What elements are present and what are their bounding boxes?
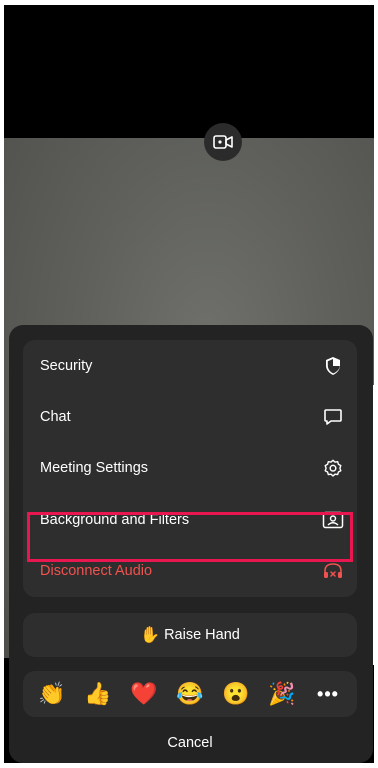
menu-group: Security Chat Meeting Settings Backgroun…: [23, 340, 357, 597]
raised-hand-icon: ✋: [140, 627, 161, 644]
heart-icon[interactable]: ❤️: [129, 679, 159, 709]
more-reactions-button[interactable]: •••: [313, 679, 343, 709]
menu-item-security[interactable]: Security: [23, 340, 357, 391]
meeting-frame: Security Chat Meeting Settings Backgroun…: [4, 5, 374, 763]
tears-of-joy-icon[interactable]: 😂: [175, 679, 205, 709]
cancel-button[interactable]: Cancel: [23, 725, 357, 761]
cancel-label: Cancel: [167, 735, 213, 751]
more-options-sheet: Security Chat Meeting Settings Backgroun…: [9, 325, 373, 763]
video-camera-icon[interactable]: [204, 123, 242, 161]
menu-item-label: Chat: [40, 408, 71, 425]
thumbs-up-icon[interactable]: 👍: [83, 679, 113, 709]
menu-item-meeting-settings[interactable]: Meeting Settings: [23, 442, 357, 493]
surprised-face-icon[interactable]: 😮: [221, 679, 251, 709]
menu-item-label: Security: [40, 357, 93, 374]
clapping-hands-icon[interactable]: 👏: [37, 679, 67, 709]
menu-item-label: Disconnect Audio: [40, 562, 153, 579]
menu-item-label: Background and Filters: [40, 511, 190, 528]
party-popper-icon[interactable]: 🎉: [267, 679, 297, 709]
portrait-frame-icon: [322, 509, 344, 531]
gear-icon: [322, 457, 344, 479]
headphones-x-icon: [322, 560, 344, 582]
shield-icon: [322, 355, 344, 377]
chat-bubble-icon: [322, 406, 344, 428]
menu-item-background-filters[interactable]: Background and Filters: [23, 494, 357, 545]
reactions-bar: 👏 👍 ❤️ 😂 😮 🎉 •••: [23, 671, 357, 717]
raise-hand-button[interactable]: ✋ Raise Hand: [23, 613, 357, 657]
menu-item-disconnect-audio[interactable]: Disconnect Audio: [23, 545, 357, 596]
menu-item-chat[interactable]: Chat: [23, 391, 357, 442]
raise-hand-label: Raise Hand: [164, 627, 240, 643]
screen: Security Chat Meeting Settings Backgroun…: [0, 0, 378, 768]
menu-item-label: Meeting Settings: [40, 459, 149, 476]
